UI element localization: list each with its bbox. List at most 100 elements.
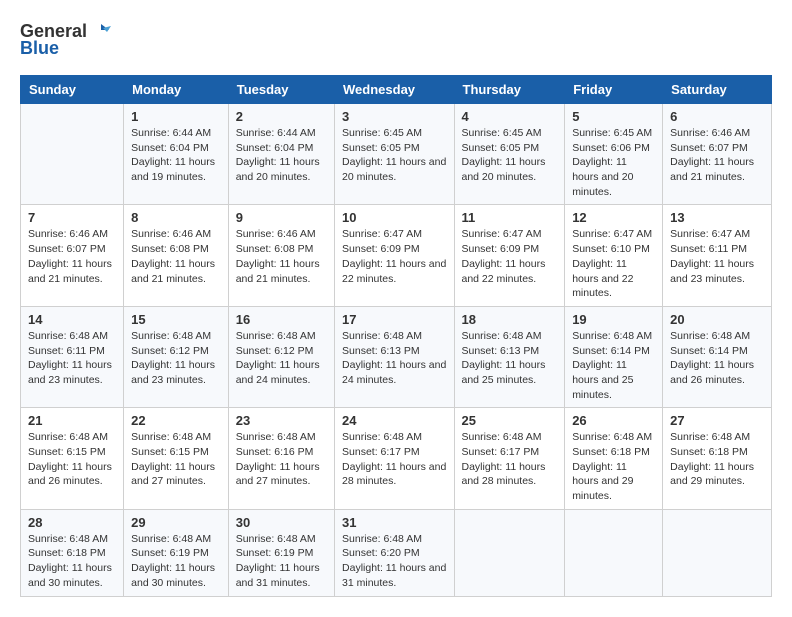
column-header-wednesday: Wednesday <box>335 76 454 104</box>
calendar-cell <box>454 509 565 596</box>
calendar-cell: 1 Sunrise: 6:44 AMSunset: 6:04 PMDaylight… <box>124 104 229 205</box>
week-row-4: 21 Sunrise: 6:48 AMSunset: 6:15 PMDayligh… <box>21 408 772 509</box>
day-number: 28 <box>28 515 116 530</box>
day-number: 21 <box>28 413 116 428</box>
day-info: Sunrise: 6:44 AMSunset: 6:04 PMDaylight:… <box>236 126 327 185</box>
day-number: 3 <box>342 109 446 124</box>
day-number: 8 <box>131 210 221 225</box>
logo: General Blue <box>20 20 111 59</box>
day-info: Sunrise: 6:48 AMSunset: 6:13 PMDaylight:… <box>462 329 558 388</box>
logo-text: General Blue <box>20 20 111 59</box>
day-number: 12 <box>572 210 655 225</box>
calendar-cell: 24 Sunrise: 6:48 AMSunset: 6:17 PMDayligh… <box>335 408 454 509</box>
column-header-monday: Monday <box>124 76 229 104</box>
day-number: 25 <box>462 413 558 428</box>
calendar-cell: 16Sunrise: 6:48 AMSunset: 6:12 PMDayligh… <box>228 306 334 407</box>
calendar-cell: 11Sunrise: 6:47 AMSunset: 6:09 PMDayligh… <box>454 205 565 306</box>
day-number: 16 <box>236 312 327 327</box>
day-info: Sunrise: 6:48 AMSunset: 6:12 PMDaylight:… <box>131 329 221 388</box>
day-number: 5 <box>572 109 655 124</box>
day-number: 14 <box>28 312 116 327</box>
day-info: Sunrise: 6:48 AMSunset: 6:17 PMDaylight:… <box>342 430 446 489</box>
day-number: 30 <box>236 515 327 530</box>
day-info: Sunrise: 6:45 AMSunset: 6:05 PMDaylight:… <box>342 126 446 185</box>
column-header-thursday: Thursday <box>454 76 565 104</box>
calendar-cell: 18 Sunrise: 6:48 AMSunset: 6:13 PMDayligh… <box>454 306 565 407</box>
day-info: Sunrise: 6:48 AMSunset: 6:15 PMDaylight:… <box>131 430 221 489</box>
day-number: 19 <box>572 312 655 327</box>
day-info: Sunrise: 6:48 AMSunset: 6:11 PMDaylight:… <box>28 329 116 388</box>
calendar-cell: 6 Sunrise: 6:46 AMSunset: 6:07 PMDaylight… <box>663 104 772 205</box>
calendar-cell: 22 Sunrise: 6:48 AMSunset: 6:15 PMDayligh… <box>124 408 229 509</box>
day-number: 24 <box>342 413 446 428</box>
day-number: 18 <box>462 312 558 327</box>
calendar-cell: 19Sunrise: 6:48 AMSunset: 6:14 PMDayligh… <box>565 306 663 407</box>
calendar-cell: 8 Sunrise: 6:46 AMSunset: 6:08 PMDaylight… <box>124 205 229 306</box>
day-info: Sunrise: 6:48 AMSunset: 6:17 PMDaylight:… <box>462 430 558 489</box>
calendar-cell: 3 Sunrise: 6:45 AMSunset: 6:05 PMDaylight… <box>335 104 454 205</box>
calendar-cell: 7 Sunrise: 6:46 AMSunset: 6:07 PMDaylight… <box>21 205 124 306</box>
day-number: 2 <box>236 109 327 124</box>
calendar-cell <box>565 509 663 596</box>
day-info: Sunrise: 6:46 AMSunset: 6:07 PMDaylight:… <box>28 227 116 286</box>
day-info: Sunrise: 6:45 AMSunset: 6:05 PMDaylight:… <box>462 126 558 185</box>
day-info: Sunrise: 6:48 AMSunset: 6:15 PMDaylight:… <box>28 430 116 489</box>
day-info: Sunrise: 6:48 AMSunset: 6:13 PMDaylight:… <box>342 329 446 388</box>
calendar-cell: 23Sunrise: 6:48 AMSunset: 6:16 PMDayligh… <box>228 408 334 509</box>
page-header: General Blue <box>20 20 772 59</box>
week-row-1: 1 Sunrise: 6:44 AMSunset: 6:04 PMDaylight… <box>21 104 772 205</box>
day-info: Sunrise: 6:48 AMSunset: 6:20 PMDaylight:… <box>342 532 446 591</box>
logo-bird-icon <box>89 20 111 42</box>
column-header-friday: Friday <box>565 76 663 104</box>
day-info: Sunrise: 6:48 AMSunset: 6:19 PMDaylight:… <box>236 532 327 591</box>
day-number: 29 <box>131 515 221 530</box>
calendar-cell: 27 Sunrise: 6:48 AMSunset: 6:18 PMDayligh… <box>663 408 772 509</box>
calendar-cell: 9Sunrise: 6:46 AMSunset: 6:08 PMDaylight… <box>228 205 334 306</box>
column-header-saturday: Saturday <box>663 76 772 104</box>
week-row-5: 28Sunrise: 6:48 AMSunset: 6:18 PMDayligh… <box>21 509 772 596</box>
calendar-cell: 31 Sunrise: 6:48 AMSunset: 6:20 PMDayligh… <box>335 509 454 596</box>
day-info: Sunrise: 6:47 AMSunset: 6:10 PMDaylight:… <box>572 227 655 300</box>
day-number: 27 <box>670 413 764 428</box>
column-header-tuesday: Tuesday <box>228 76 334 104</box>
column-header-sunday: Sunday <box>21 76 124 104</box>
calendar-cell: 26 Sunrise: 6:48 AMSunset: 6:18 PMDayligh… <box>565 408 663 509</box>
day-number: 6 <box>670 109 764 124</box>
day-number: 17 <box>342 312 446 327</box>
calendar-cell: 28Sunrise: 6:48 AMSunset: 6:18 PMDayligh… <box>21 509 124 596</box>
day-number: 4 <box>462 109 558 124</box>
day-number: 31 <box>342 515 446 530</box>
day-info: Sunrise: 6:46 AMSunset: 6:07 PMDaylight:… <box>670 126 764 185</box>
week-row-2: 7 Sunrise: 6:46 AMSunset: 6:07 PMDaylight… <box>21 205 772 306</box>
day-info: Sunrise: 6:47 AMSunset: 6:09 PMDaylight:… <box>342 227 446 286</box>
day-number: 9 <box>236 210 327 225</box>
day-number: 26 <box>572 413 655 428</box>
day-number: 1 <box>131 109 221 124</box>
day-number: 10 <box>342 210 446 225</box>
day-info: Sunrise: 6:44 AMSunset: 6:04 PMDaylight:… <box>131 126 221 185</box>
day-info: Sunrise: 6:47 AMSunset: 6:09 PMDaylight:… <box>462 227 558 286</box>
calendar-cell: 10 Sunrise: 6:47 AMSunset: 6:09 PMDayligh… <box>335 205 454 306</box>
day-info: Sunrise: 6:48 AMSunset: 6:18 PMDaylight:… <box>670 430 764 489</box>
day-info: Sunrise: 6:48 AMSunset: 6:18 PMDaylight:… <box>572 430 655 503</box>
calendar-cell: 15 Sunrise: 6:48 AMSunset: 6:12 PMDayligh… <box>124 306 229 407</box>
calendar-cell: 20 Sunrise: 6:48 AMSunset: 6:14 PMDayligh… <box>663 306 772 407</box>
calendar-cell: 17 Sunrise: 6:48 AMSunset: 6:13 PMDayligh… <box>335 306 454 407</box>
day-info: Sunrise: 6:47 AMSunset: 6:11 PMDaylight:… <box>670 227 764 286</box>
week-row-3: 14 Sunrise: 6:48 AMSunset: 6:11 PMDayligh… <box>21 306 772 407</box>
calendar-cell: 5Sunrise: 6:45 AMSunset: 6:06 PMDaylight… <box>565 104 663 205</box>
day-number: 7 <box>28 210 116 225</box>
day-number: 20 <box>670 312 764 327</box>
calendar-header-row: SundayMondayTuesdayWednesdayThursdayFrid… <box>21 76 772 104</box>
calendar-cell: 4 Sunrise: 6:45 AMSunset: 6:05 PMDaylight… <box>454 104 565 205</box>
day-info: Sunrise: 6:48 AMSunset: 6:19 PMDaylight:… <box>131 532 221 591</box>
day-info: Sunrise: 6:48 AMSunset: 6:16 PMDaylight:… <box>236 430 327 489</box>
calendar-cell: 12 Sunrise: 6:47 AMSunset: 6:10 PMDayligh… <box>565 205 663 306</box>
day-info: Sunrise: 6:46 AMSunset: 6:08 PMDaylight:… <box>131 227 221 286</box>
calendar-cell: 30 Sunrise: 6:48 AMSunset: 6:19 PMDayligh… <box>228 509 334 596</box>
day-number: 22 <box>131 413 221 428</box>
calendar-cell: 2 Sunrise: 6:44 AMSunset: 6:04 PMDaylight… <box>228 104 334 205</box>
day-info: Sunrise: 6:48 AMSunset: 6:14 PMDaylight:… <box>670 329 764 388</box>
calendar-cell: 13Sunrise: 6:47 AMSunset: 6:11 PMDayligh… <box>663 205 772 306</box>
day-number: 15 <box>131 312 221 327</box>
